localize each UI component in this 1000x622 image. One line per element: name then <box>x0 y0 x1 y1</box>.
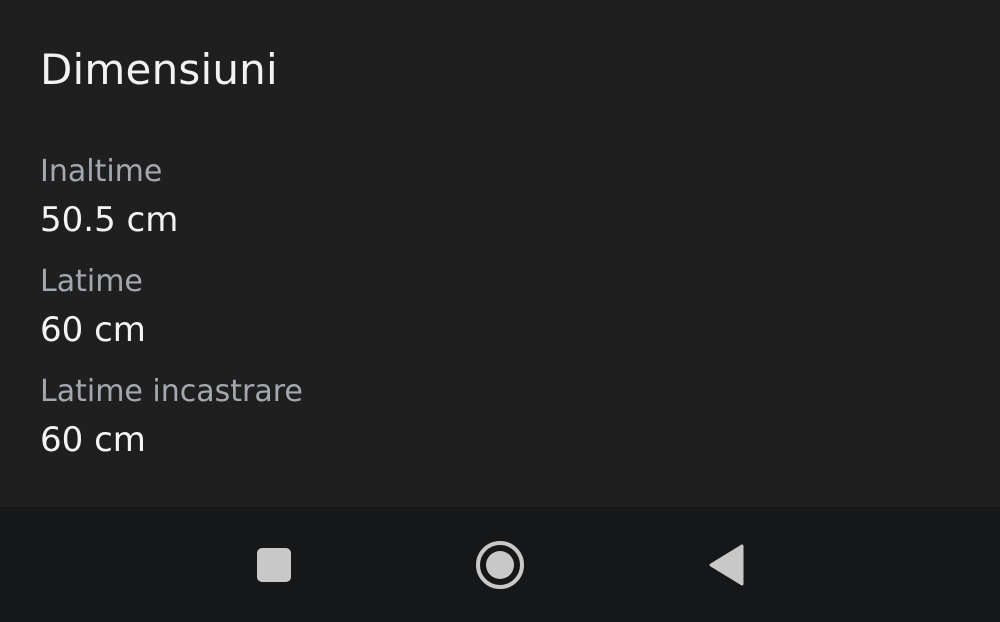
circle-home-icon <box>476 541 524 589</box>
spec-item-height: Inaltime 50.5 cm <box>40 150 303 260</box>
spec-value: 50.5 cm <box>40 200 179 240</box>
system-navigation-bar <box>0 507 1000 622</box>
home-button[interactable] <box>464 529 536 601</box>
spec-label: Inaltime <box>40 154 163 189</box>
recents-button[interactable] <box>238 529 310 601</box>
square-icon <box>257 548 291 582</box>
spec-value: 60 cm <box>40 310 146 350</box>
spec-label: Latime incastrare <box>40 374 303 409</box>
spec-item-width: Latime 60 cm <box>40 260 303 370</box>
spec-list: Inaltime 50.5 cm Latime 60 cm Latime inc… <box>40 150 303 480</box>
screen: Dimensiuni Inaltime 50.5 cm Latime 60 cm… <box>0 0 1000 622</box>
spec-value: 60 cm <box>40 420 146 460</box>
dimensions-panel: Dimensiuni Inaltime 50.5 cm Latime 60 cm… <box>0 0 1000 507</box>
spec-label: Latime <box>40 264 143 299</box>
spec-item-built-in-width: Latime incastrare 60 cm <box>40 370 303 480</box>
back-button[interactable] <box>690 529 762 601</box>
triangle-back-icon <box>709 544 744 586</box>
section-title: Dimensiuni <box>40 45 278 94</box>
